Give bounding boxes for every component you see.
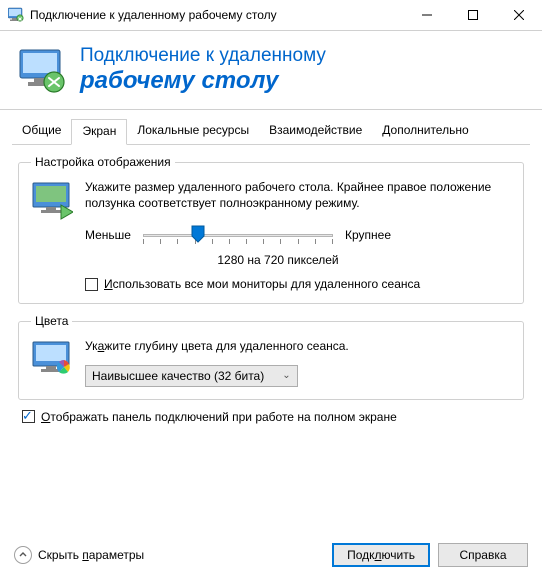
use-all-monitors-label: Использовать все мои мониторы для удален… [104, 277, 420, 291]
rdp-logo-icon [18, 46, 66, 94]
monitor-icon [31, 179, 73, 221]
color-monitor-icon [31, 338, 73, 380]
display-config-group: Настройка отображения Укажите размер уда… [18, 155, 524, 304]
colors-group: Цвета [18, 314, 524, 399]
color-depth-select[interactable]: Наивысшее качество (32 бита) ⌄ [85, 365, 298, 387]
window-title: Подключение к удаленному рабочему столу [30, 8, 404, 22]
tab-local-resources[interactable]: Локальные ресурсы [127, 119, 259, 145]
tab-panel-display: Настройка отображения Укажите размер уда… [12, 145, 530, 430]
content-area: Общие Экран Локальные ресурсы Взаимодейс… [0, 110, 542, 430]
banner-text: Подключение к удаленному рабочему столу [80, 45, 326, 95]
tab-general[interactable]: Общие [12, 119, 71, 145]
color-depth-value: Наивысшее качество (32 бита) [92, 369, 264, 383]
minimize-button[interactable] [404, 0, 450, 30]
tab-advanced[interactable]: Дополнительно [372, 119, 478, 145]
slider-thumb[interactable] [191, 225, 205, 243]
close-button[interactable] [496, 0, 542, 30]
banner: Подключение к удаленному рабочему столу [0, 30, 542, 110]
footer: Скрыть параметры Подключить Справка [0, 531, 542, 583]
tab-experience[interactable]: Взаимодействие [259, 119, 372, 145]
use-all-monitors-row[interactable]: Использовать все мои мониторы для удален… [85, 277, 511, 291]
banner-line2: рабочему столу [80, 67, 326, 95]
tab-strip: Общие Экран Локальные ресурсы Взаимодейс… [12, 118, 530, 145]
app-icon [8, 7, 24, 23]
colors-legend: Цвета [31, 314, 72, 328]
resolution-value: 1280 на 720 пикселей [45, 253, 511, 267]
show-connection-bar-row[interactable]: Отображать панель подключений при работе… [22, 410, 520, 424]
maximize-button[interactable] [450, 0, 496, 30]
hide-options-label: Скрыть параметры [38, 548, 144, 562]
resolution-slider[interactable] [143, 223, 333, 247]
slider-max-label: Крупнее [345, 228, 391, 242]
show-connection-bar-checkbox[interactable] [22, 410, 35, 423]
connect-button[interactable]: Подключить [332, 543, 430, 567]
colors-desc: Укажите глубину цвета для удаленного сеа… [85, 338, 511, 354]
hide-options-toggle[interactable]: Скрыть параметры [14, 546, 144, 564]
resolution-slider-row: Меньше Крупнее [85, 223, 511, 247]
chevron-down-icon: ⌄ [282, 370, 290, 381]
display-desc: Укажите размер удаленного рабочего стола… [85, 179, 511, 211]
help-button[interactable]: Справка [438, 543, 528, 567]
banner-line1: Подключение к удаленному [80, 45, 326, 67]
window-titlebar: Подключение к удаленному рабочему столу [0, 0, 542, 30]
tab-display[interactable]: Экран [71, 119, 127, 145]
show-connection-bar-label: Отображать панель подключений при работе… [41, 410, 397, 424]
use-all-monitors-checkbox[interactable] [85, 278, 98, 291]
display-config-legend: Настройка отображения [31, 155, 175, 169]
slider-min-label: Меньше [85, 228, 131, 242]
window-controls [404, 0, 542, 30]
chevron-up-icon [14, 546, 32, 564]
